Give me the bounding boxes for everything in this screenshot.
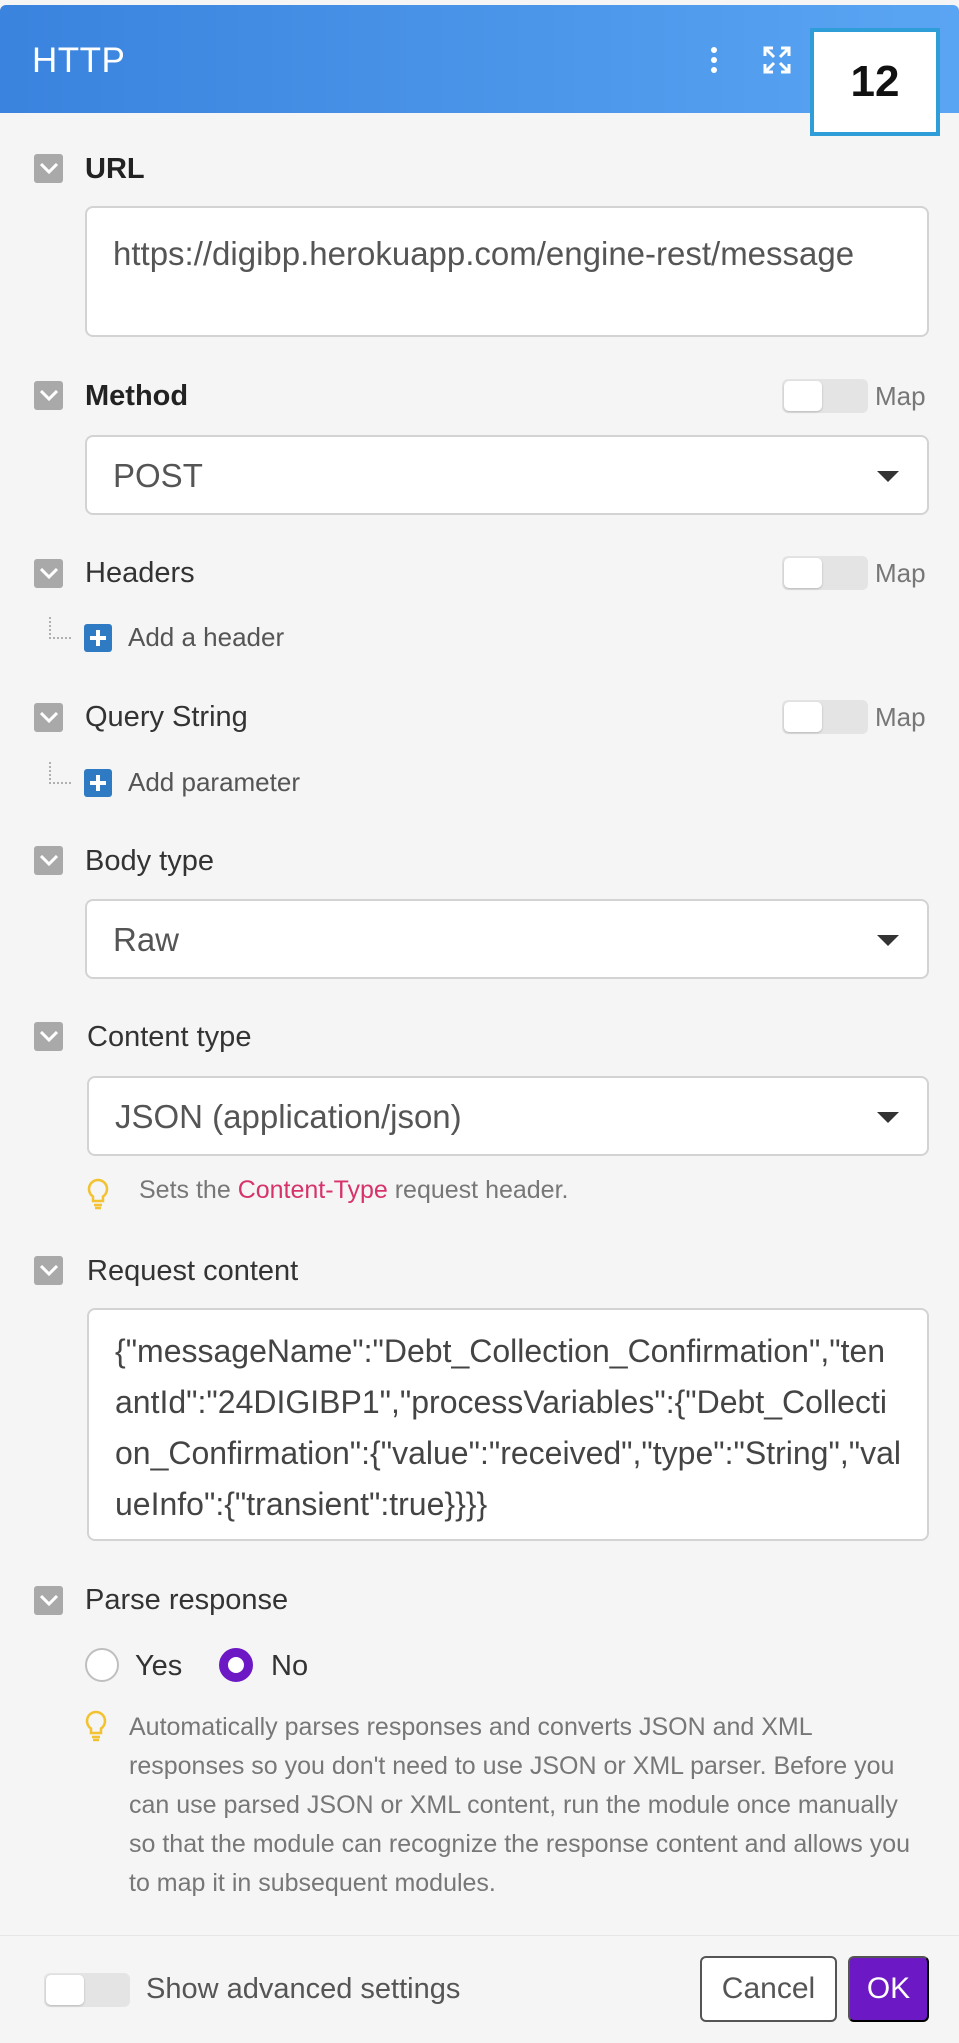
kebab-menu-icon[interactable] <box>697 43 731 77</box>
method-value: POST <box>113 457 203 494</box>
request-content-textarea[interactable]: {"messageName":"Debt_Collection_Confirma… <box>87 1308 929 1541</box>
add-parameter-button[interactable]: Add parameter <box>84 767 300 798</box>
query-string-section-toggle[interactable] <box>34 703 63 732</box>
content-type-hint: Sets the Content-Type request header. <box>87 1176 568 1210</box>
cancel-button[interactable]: Cancel <box>700 1956 837 2022</box>
url-label: URL <box>85 153 145 185</box>
url-section-toggle[interactable] <box>34 154 63 183</box>
add-parameter-label: Add parameter <box>128 767 300 797</box>
parse-response-section-toggle[interactable] <box>34 1586 63 1615</box>
check-icon <box>39 1264 58 1276</box>
request-content-section-toggle[interactable] <box>34 1256 63 1285</box>
hint-prefix: Sets the <box>139 1176 231 1204</box>
caret-down-icon <box>877 935 899 946</box>
query-string-label: Query String <box>85 701 248 733</box>
body-type-section-toggle[interactable] <box>34 846 63 875</box>
url-input[interactable]: https://digibp.herokuapp.com/engine-rest… <box>85 206 929 337</box>
tree-connector <box>49 617 71 639</box>
parse-response-label: Parse response <box>85 1584 289 1616</box>
check-icon <box>39 567 58 579</box>
expand-icon[interactable] <box>760 43 794 77</box>
advanced-settings-label: Show advanced settings <box>146 1973 461 2005</box>
tree-connector <box>49 762 71 784</box>
http-module-panel: HTTP 12 URL https://digibp.herokuapp.com… <box>0 0 959 2043</box>
request-content-value: {"messageName":"Debt_Collection_Confirma… <box>115 1333 901 1522</box>
check-icon <box>39 1594 58 1606</box>
step-number-badge: 12 <box>810 28 940 136</box>
radio-no-label: No <box>271 1650 309 1682</box>
lightbulb-icon <box>85 1710 107 1742</box>
ok-button[interactable]: OK <box>848 1956 929 2022</box>
content-type-select[interactable]: JSON (application/json) <box>87 1076 929 1156</box>
advanced-settings-toggle[interactable] <box>44 1973 130 2007</box>
method-select[interactable]: POST <box>85 435 929 515</box>
plus-icon <box>84 768 112 797</box>
body-type-label: Body type <box>85 845 214 877</box>
content-type-code: Content-Type <box>237 1176 388 1204</box>
hint-suffix: request header. <box>394 1176 569 1204</box>
radio-yes-label: Yes <box>135 1650 183 1682</box>
add-header-button[interactable]: Add a header <box>84 622 284 653</box>
headers-label: Headers <box>85 557 195 589</box>
request-content-label: Request content <box>87 1255 299 1287</box>
method-map-toggle[interactable]: Map <box>782 379 932 413</box>
lightbulb-icon <box>87 1178 109 1210</box>
query-string-map-toggle[interactable]: Map <box>782 700 932 734</box>
check-icon <box>39 162 58 174</box>
body-type-value: Raw <box>113 921 180 958</box>
headers-section-toggle[interactable] <box>34 559 63 588</box>
map-label: Map <box>875 381 926 411</box>
content-type-label: Content type <box>87 1021 252 1053</box>
add-header-label: Add a header <box>128 622 285 652</box>
check-icon <box>39 1030 58 1042</box>
method-section-toggle[interactable] <box>34 381 63 410</box>
content-type-section-toggle[interactable] <box>34 1022 63 1051</box>
parse-response-hint: Automatically parses responses and conve… <box>85 1708 925 1903</box>
caret-down-icon <box>877 1112 899 1123</box>
method-label: Method <box>85 380 189 412</box>
check-icon <box>39 389 58 401</box>
map-label: Map <box>875 558 926 588</box>
map-label: Map <box>875 702 926 732</box>
plus-icon <box>84 623 112 652</box>
body-type-select[interactable]: Raw <box>85 899 929 979</box>
caret-down-icon <box>877 471 899 482</box>
radio-yes[interactable] <box>85 1648 119 1682</box>
check-icon <box>39 711 58 723</box>
url-value: https://digibp.herokuapp.com/engine-rest… <box>113 235 855 272</box>
check-icon <box>39 854 58 866</box>
headers-map-toggle[interactable]: Map <box>782 556 932 590</box>
radio-no[interactable] <box>219 1648 253 1682</box>
content-type-value: JSON (application/json) <box>115 1098 462 1135</box>
panel-title: HTTP <box>32 41 126 80</box>
parse-response-hint-text: Automatically parses responses and conve… <box>129 1713 911 1897</box>
